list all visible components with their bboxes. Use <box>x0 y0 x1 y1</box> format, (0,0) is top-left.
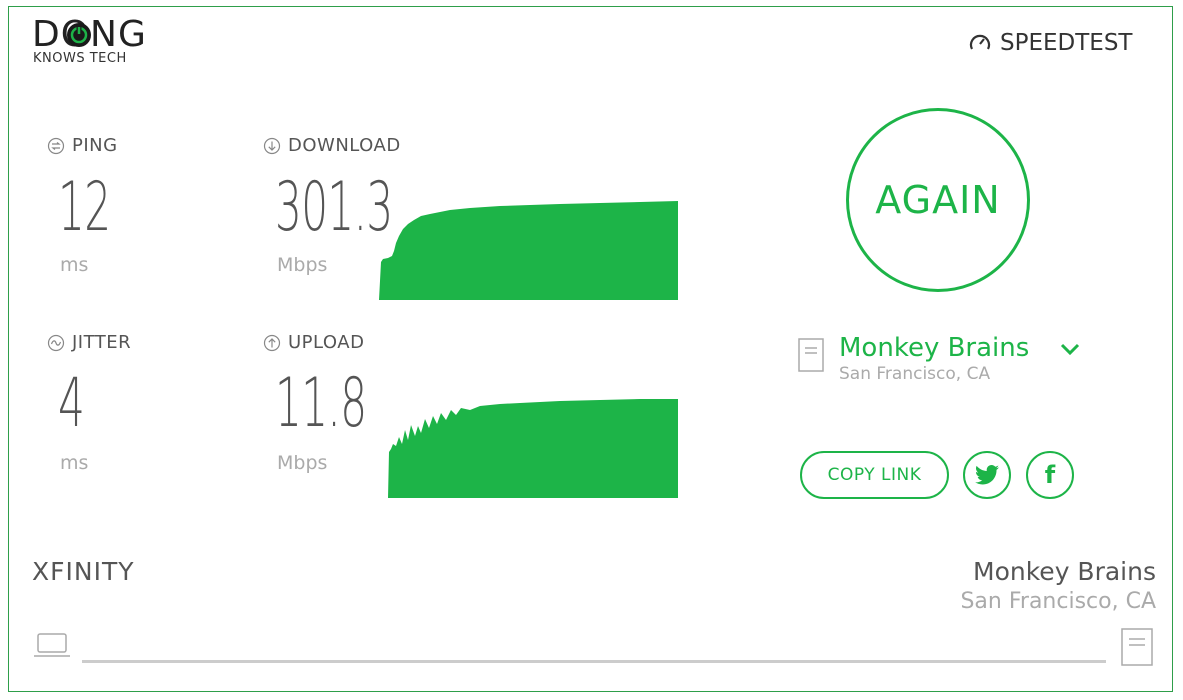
again-button[interactable]: AGAIN <box>846 108 1030 292</box>
speedtest-brand[interactable]: SPEEDTEST <box>968 30 1132 56</box>
upload-arrow-icon <box>263 334 281 351</box>
jitter-value: 4 <box>58 364 85 443</box>
host-name: Monkey Brains <box>973 557 1156 586</box>
download-arrow-icon <box>263 137 281 154</box>
server-name[interactable]: Monkey Brains <box>839 333 1029 363</box>
isp-name: XFINITY <box>32 557 135 586</box>
facebook-share-button[interactable]: f <box>1026 451 1074 499</box>
laptop-icon <box>34 633 70 657</box>
ping-value: 12 <box>58 168 111 247</box>
upload-unit: Mbps <box>277 452 328 474</box>
ping-unit: ms <box>60 254 89 276</box>
connection-progress-line <box>82 660 1106 663</box>
ping-icon <box>47 137 65 154</box>
server-icon <box>1121 628 1153 666</box>
speedometer-icon <box>969 34 991 50</box>
chevron-down-icon[interactable] <box>1058 337 1082 361</box>
upload-label: UPLOAD <box>263 332 364 353</box>
logo-subtitle: KNOWS TECH <box>33 51 127 66</box>
power-icon <box>67 23 91 47</box>
download-value: 301.3 <box>275 168 393 247</box>
jitter-icon <box>47 334 65 351</box>
facebook-icon: f <box>1044 461 1056 489</box>
download-unit: Mbps <box>277 254 328 276</box>
host-location: San Francisco, CA <box>960 589 1156 614</box>
server-location: San Francisco, CA <box>839 364 991 384</box>
copy-link-button[interactable]: COPY LINK <box>800 451 949 499</box>
download-label: DOWNLOAD <box>263 135 401 156</box>
server-icon <box>798 338 824 372</box>
twitter-share-button[interactable] <box>963 451 1011 499</box>
brand-name: SPEEDTEST <box>1000 30 1133 56</box>
twitter-icon <box>975 465 999 485</box>
jitter-label: JITTER <box>47 332 131 353</box>
upload-value: 11.8 <box>275 364 367 443</box>
jitter-unit: ms <box>60 452 89 474</box>
ping-label: PING <box>47 135 118 156</box>
